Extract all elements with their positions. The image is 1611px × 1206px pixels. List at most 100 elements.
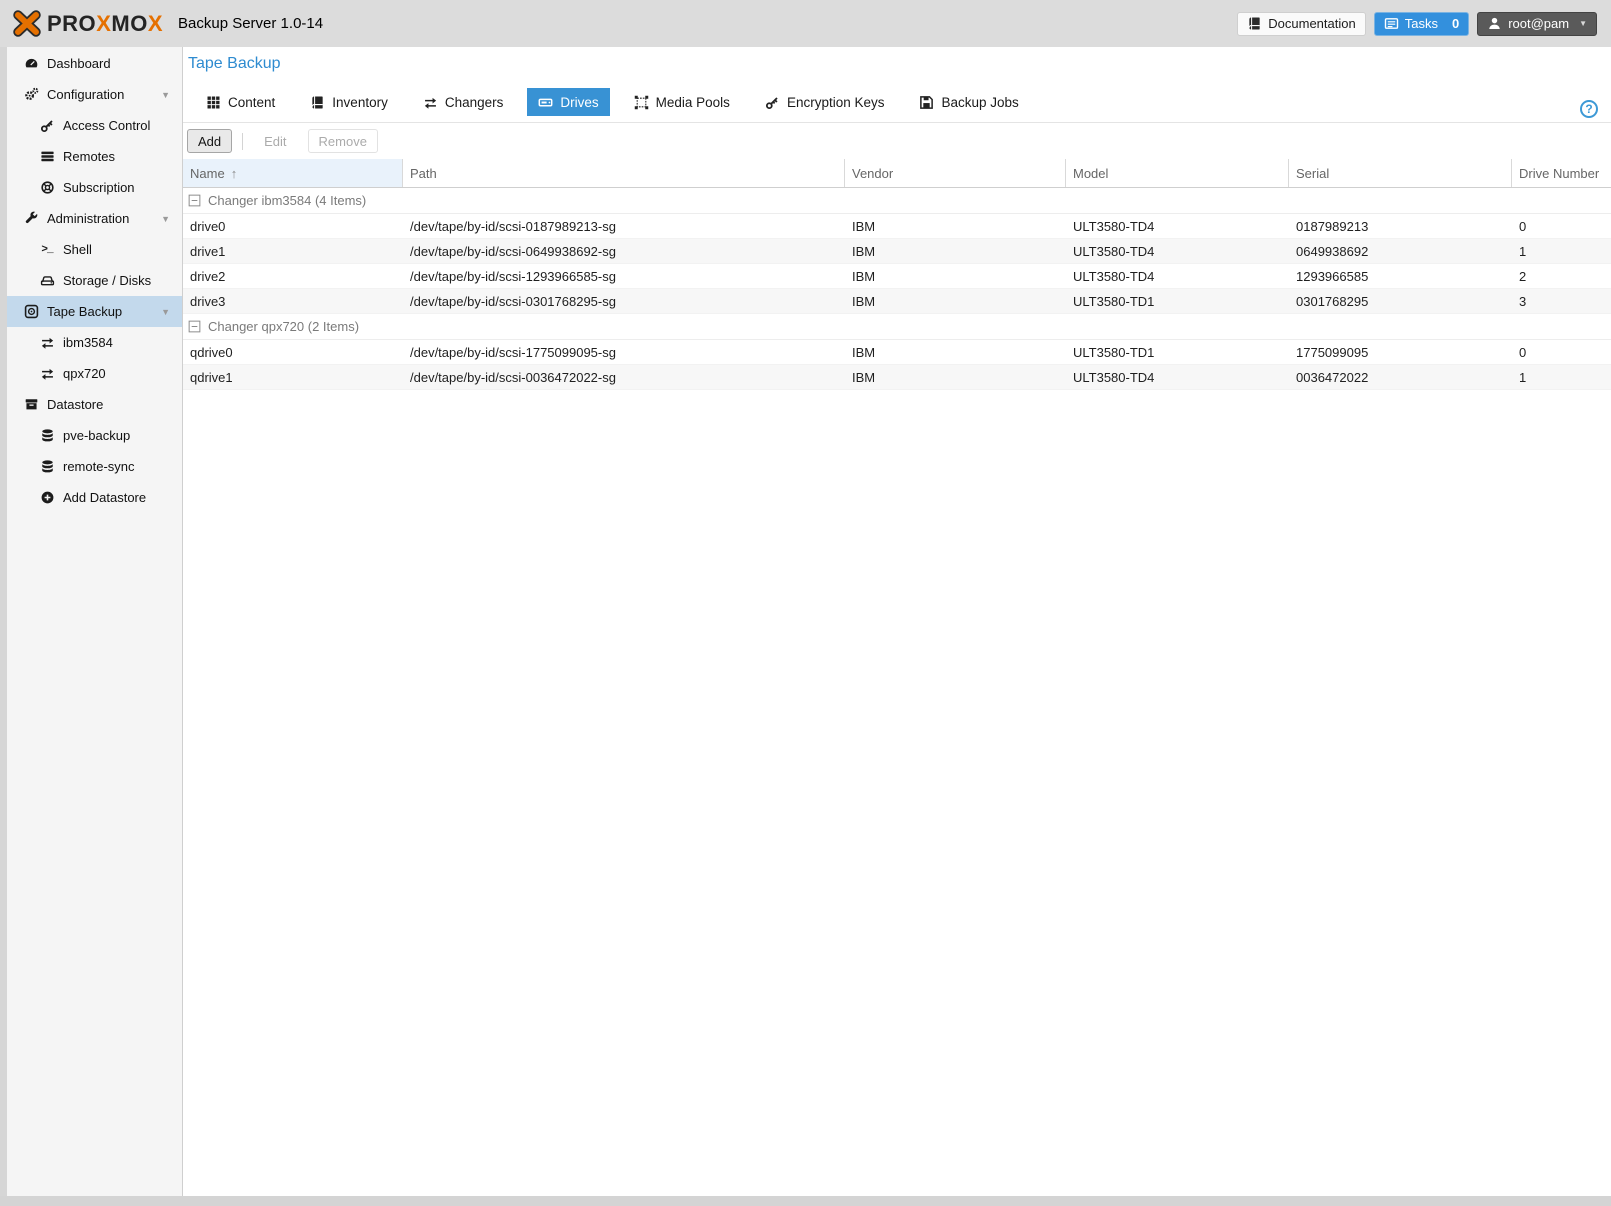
dashboard-gauge-icon [22,56,40,71]
group-header-ibm3584[interactable]: Changer ibm3584 (4 Items) [183,188,1611,214]
tasks-label: Tasks [1404,16,1438,31]
cell-drive-number: 0 [1519,218,1527,234]
top-header-bar: PROXMOX Backup Server 1.0-14 Documentati… [0,0,1611,47]
cell-model: ULT3580-TD4 [1073,369,1155,385]
sidebar-item-remotes[interactable]: Remotes [7,141,182,172]
sidebar-item-label: Configuration [47,87,125,102]
caret-down-icon[interactable]: ▼ [161,214,170,224]
column-header-drive-number[interactable]: Drive Number [1512,159,1611,187]
documentation-button[interactable]: Documentation [1237,11,1366,36]
sidebar-item-datastore[interactable]: Datastore [7,389,182,420]
tape-icon [22,304,40,319]
database-icon [38,459,56,474]
column-header-path[interactable]: Path [403,159,845,187]
help-icon[interactable]: ? [1580,100,1598,118]
sidebar-item-shell[interactable]: >_ Shell [7,234,182,265]
sidebar-item-remote-sync[interactable]: remote-sync [7,451,182,482]
group-header-label: Changer ibm3584 (4 Items) [208,193,367,208]
tab-encryption-keys[interactable]: Encryption Keys [754,88,896,116]
cell-model: ULT3580-TD1 [1073,344,1155,360]
cell-vendor: IBM [852,369,876,385]
terminal-icon: >_ [41,243,53,256]
tab-bar: Content Inventory Changers Drives Media … [195,88,1611,116]
cell-name: drive2 [190,268,226,284]
sidebar-item-dashboard[interactable]: Dashboard [7,48,182,79]
sidebar-item-ibm3584[interactable]: ibm3584 [7,327,182,358]
collapse-minus-icon [188,194,201,207]
cell-name: qdrive1 [190,369,233,385]
tab-label: Changers [444,94,504,110]
sidebar-item-configuration[interactable]: Configuration ▼ [7,79,182,110]
sidebar-item-label: Shell [63,242,92,257]
cell-drive-number: 1 [1519,369,1527,385]
table-row[interactable]: drive0 /dev/tape/by-id/scsi-0187989213-s… [183,214,1611,239]
sort-asc-icon: ↑ [230,165,238,181]
table-row[interactable]: drive2 /dev/tape/by-id/scsi-1293966585-s… [183,264,1611,289]
cell-vendor: IBM [852,268,876,284]
column-header-name[interactable]: Name ↑ [183,159,403,187]
book-icon [310,95,325,110]
bottom-edge [0,1196,1611,1206]
tab-media-pools[interactable]: Media Pools [623,88,741,116]
cell-path: /dev/tape/by-id/scsi-0301768295-sg [410,293,616,309]
table-row[interactable]: qdrive1 /dev/tape/by-id/scsi-0036472022-… [183,365,1611,390]
column-header-model[interactable]: Model [1066,159,1289,187]
column-header-vendor[interactable]: Vendor [845,159,1066,187]
sidebar-item-pve-backup[interactable]: pve-backup [7,420,182,451]
cell-drive-number: 0 [1519,344,1527,360]
cell-serial: 1775099095 [1296,344,1369,360]
sidebar-item-add-datastore[interactable]: Add Datastore [7,482,182,513]
cell-serial: 0187989213 [1296,218,1369,234]
user-icon [1489,17,1500,29]
cell-path: /dev/tape/by-id/scsi-0649938692-sg [410,243,616,259]
sidebar-item-subscription[interactable]: Subscription [7,172,182,203]
cell-name: qdrive0 [190,344,233,360]
tasks-button[interactable]: Tasks 0 [1373,11,1470,36]
cell-name: drive3 [190,293,226,309]
gears-icon [22,87,40,102]
caret-down-icon[interactable]: ▼ [161,90,170,100]
tab-drives[interactable]: Drives [527,88,610,116]
page-title: Tape Backup [188,55,281,72]
sidebar-item-label: Subscription [63,180,135,195]
book-icon [1249,17,1260,30]
sidebar-item-label: Dashboard [47,56,111,71]
tab-changers[interactable]: Changers [412,88,515,116]
table-row[interactable]: qdrive0 /dev/tape/by-id/scsi-1775099095-… [183,340,1611,365]
sidebar-item-label: qpx720 [63,366,106,381]
user-menu-button[interactable]: root@pam ▼ [1477,11,1597,36]
sidebar-item-access-control[interactable]: Access Control [7,110,182,141]
column-header-serial[interactable]: Serial [1289,159,1512,187]
remove-button[interactable]: Remove [307,129,378,153]
toolbar-separator [242,132,244,150]
cell-model: ULT3580-TD1 [1073,293,1155,309]
edit-button[interactable]: Edit [253,129,297,153]
sidebar-item-qpx720[interactable]: qpx720 [7,358,182,389]
hdd-icon [38,273,56,288]
left-gutter [0,47,7,1196]
sidebar-item-label: Remotes [63,149,116,164]
table-row[interactable]: drive1 /dev/tape/by-id/scsi-0649938692-s… [183,239,1611,264]
sidebar-item-tape-backup[interactable]: Tape Backup ▼ [7,296,182,327]
sidebar-item-administration[interactable]: Administration ▼ [7,203,182,234]
caret-down-icon[interactable]: ▼ [161,307,170,317]
cell-drive-number: 3 [1519,293,1527,309]
cell-drive-number: 1 [1519,243,1527,259]
tasks-count-badge: 0 [1451,16,1460,31]
add-button[interactable]: Add [187,129,233,153]
sidebar-item-label: Add Datastore [63,490,147,505]
tab-backup-jobs[interactable]: Backup Jobs [908,88,1029,116]
tab-inventory[interactable]: Inventory [299,88,399,116]
proxmox-x-icon [13,10,41,37]
tab-content[interactable]: Content [195,88,286,116]
table-row[interactable]: drive3 /dev/tape/by-id/scsi-0301768295-s… [183,289,1611,314]
tab-label: Encryption Keys [786,94,885,110]
life-ring-icon [38,180,56,195]
plus-circle-icon [38,490,56,505]
group-header-qpx720[interactable]: Changer qpx720 (2 Items) [183,314,1611,340]
tab-label: Media Pools [655,94,730,110]
sidebar-item-label: pve-backup [63,428,131,443]
sidebar-item-storage-disks[interactable]: Storage / Disks [7,265,182,296]
brand-wordmark: PROXMOX [47,10,164,36]
cell-name: drive0 [190,218,226,234]
